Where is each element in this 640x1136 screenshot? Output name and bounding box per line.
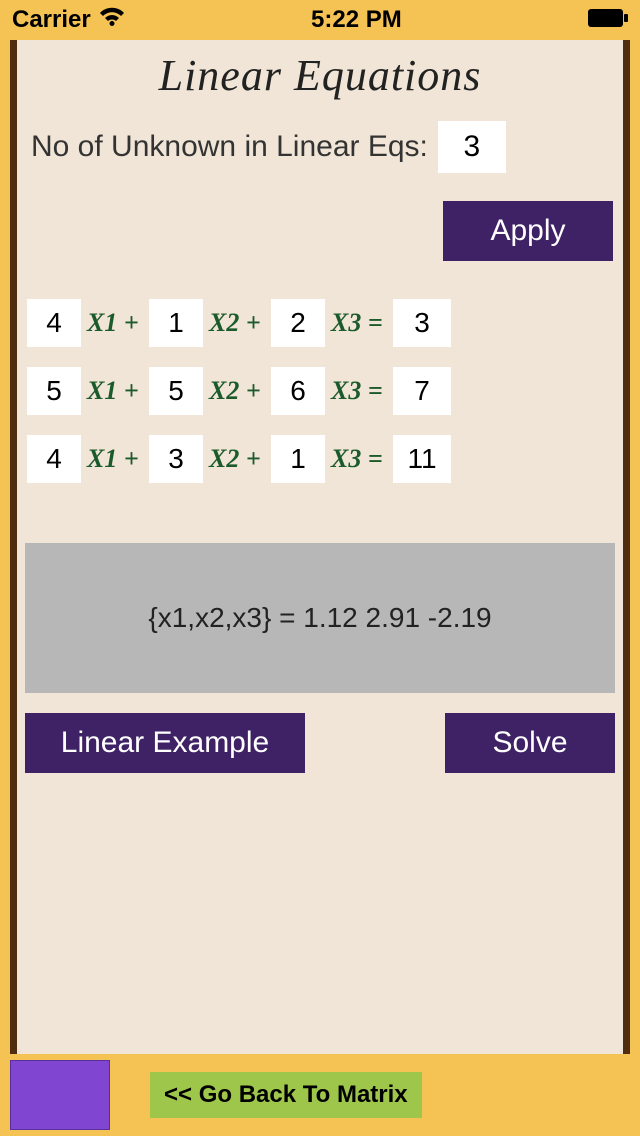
x1-label: X1 + — [87, 376, 143, 406]
coef-x2-input[interactable] — [149, 367, 203, 415]
go-back-button[interactable]: << Go Back To Matrix — [150, 1072, 422, 1118]
coef-x1-input[interactable] — [27, 299, 81, 347]
apply-button[interactable]: Apply — [443, 201, 613, 261]
coef-x2-input[interactable] — [149, 435, 203, 483]
coef-x1-input[interactable] — [27, 435, 81, 483]
status-time: 5:22 PM — [311, 6, 402, 34]
x1-label: X1 + — [87, 444, 143, 474]
rhs-input[interactable] — [393, 435, 451, 483]
x2-label: X2 + — [209, 308, 265, 338]
coef-x3-input[interactable] — [271, 435, 325, 483]
result-text: {x1,x2,x3} = 1.12 2.91 -2.19 — [148, 602, 491, 634]
equation-row: X1 + X2 + X3 = — [27, 435, 615, 483]
x2-label: X2 + — [209, 376, 265, 406]
linear-example-button[interactable]: Linear Example — [25, 713, 305, 773]
result-box: {x1,x2,x3} = 1.12 2.91 -2.19 — [25, 543, 615, 693]
unknowns-input[interactable] — [438, 121, 506, 173]
rhs-input[interactable] — [393, 299, 451, 347]
battery-icon — [588, 6, 628, 34]
carrier-label: Carrier — [12, 6, 91, 34]
equations-grid: X1 + X2 + X3 = X1 + X2 + X3 = X1 + X2 + … — [25, 299, 615, 483]
equation-row: X1 + X2 + X3 = — [27, 299, 615, 347]
coef-x1-input[interactable] — [27, 367, 81, 415]
x3-label: X3 = — [331, 376, 387, 406]
x2-label: X2 + — [209, 444, 265, 474]
bottom-bar: << Go Back To Matrix — [0, 1054, 640, 1136]
coef-x3-input[interactable] — [271, 299, 325, 347]
x3-label: X3 = — [331, 308, 387, 338]
x3-label: X3 = — [331, 444, 387, 474]
equation-row: X1 + X2 + X3 = — [27, 367, 615, 415]
page-title: Linear Equations — [25, 50, 615, 101]
unknowns-row: No of Unknown in Linear Eqs: — [25, 121, 615, 173]
coef-x2-input[interactable] — [149, 299, 203, 347]
purple-square-button[interactable] — [10, 1060, 110, 1130]
solve-button[interactable]: Solve — [445, 713, 615, 773]
wifi-icon — [99, 6, 125, 34]
coef-x3-input[interactable] — [271, 367, 325, 415]
x1-label: X1 + — [87, 308, 143, 338]
status-bar: Carrier 5:22 PM — [0, 0, 640, 40]
main-panel: Linear Equations No of Unknown in Linear… — [10, 40, 630, 1054]
rhs-input[interactable] — [393, 367, 451, 415]
unknowns-label: No of Unknown in Linear Eqs: — [31, 130, 428, 164]
